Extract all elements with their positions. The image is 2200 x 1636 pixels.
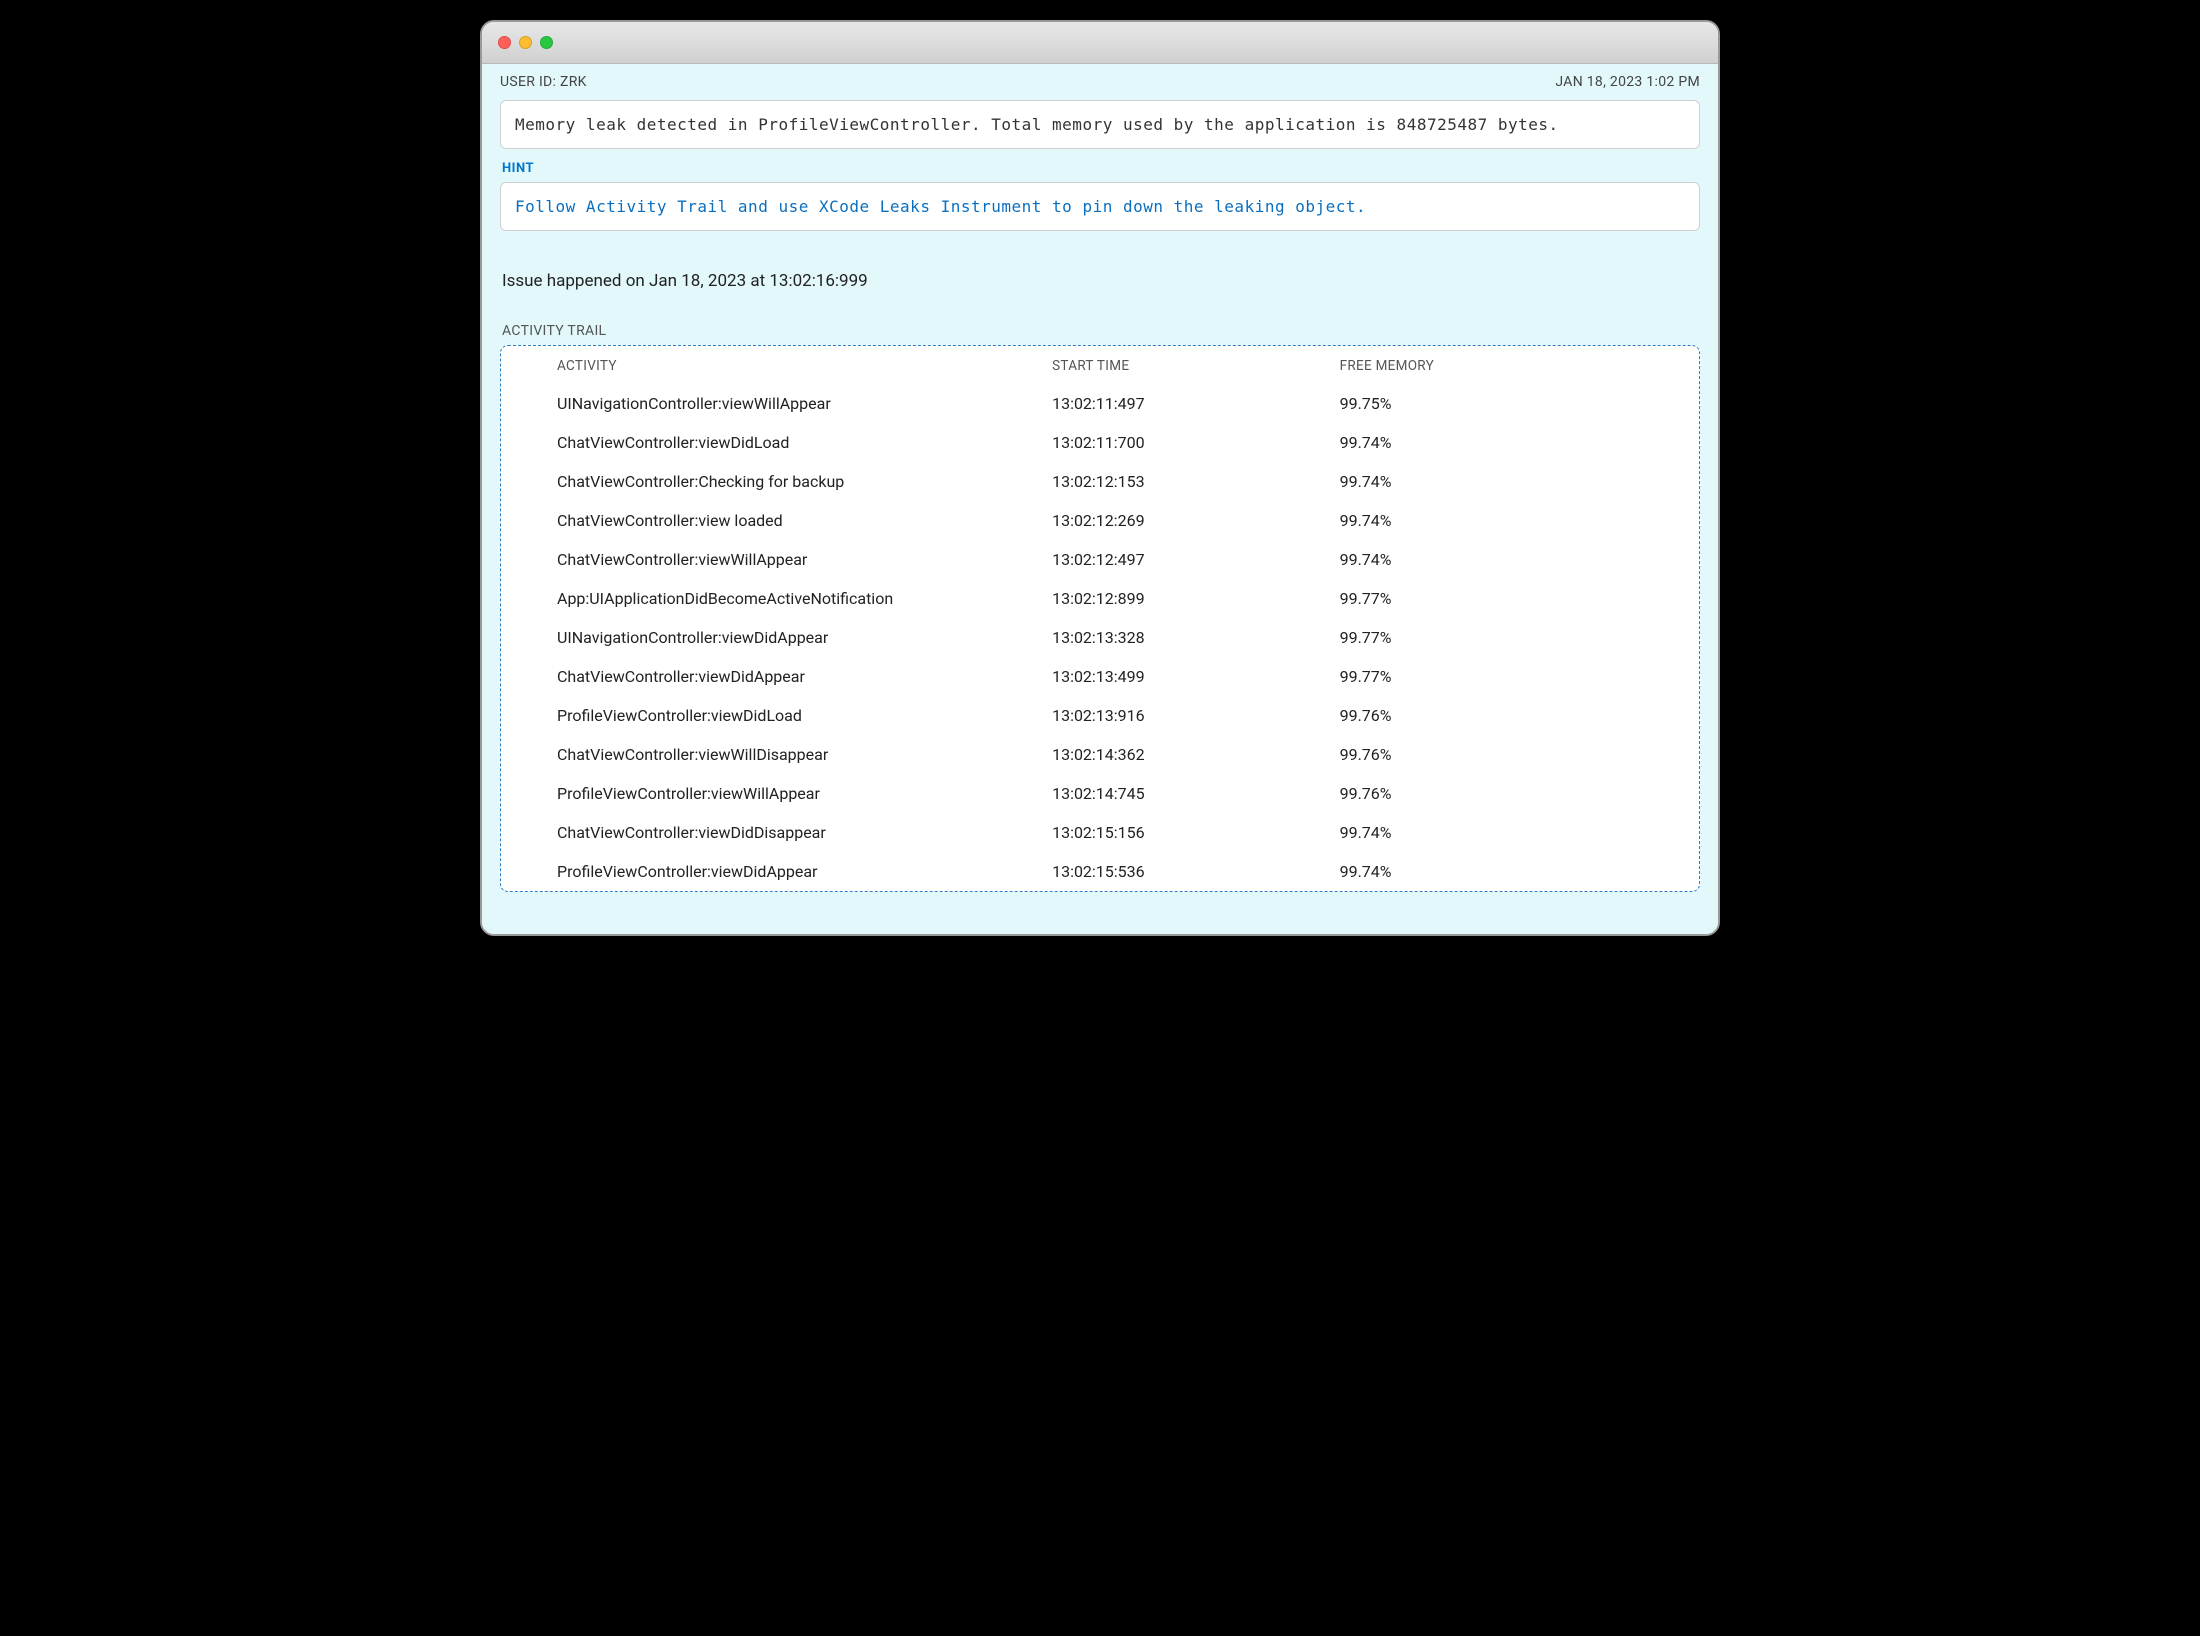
activity-trail-panel: ACTIVITY START TIME FREE MEMORY UINaviga… [500, 345, 1700, 892]
cell-start: 13:02:14:745 [1052, 784, 1340, 803]
cell-start: 13:02:12:153 [1052, 472, 1340, 491]
cell-start: 13:02:12:269 [1052, 511, 1340, 530]
cell-mem: 99.74% [1340, 550, 1699, 569]
cell-start: 13:02:11:700 [1052, 433, 1340, 452]
cell-activity: ChatViewController:viewDidLoad [501, 433, 1052, 452]
titlebar [482, 22, 1718, 64]
table-row: ChatViewController:viewDidDisappear13:02… [501, 813, 1699, 852]
cell-start: 13:02:13:916 [1052, 706, 1340, 725]
col-header-activity: ACTIVITY [501, 358, 1052, 374]
cell-mem: 99.74% [1340, 472, 1699, 491]
cell-mem: 99.77% [1340, 628, 1699, 647]
table-row: ProfileViewController:viewWillAppear13:0… [501, 774, 1699, 813]
cell-start: 13:02:15:536 [1052, 862, 1340, 881]
cell-activity: ProfileViewController:viewDidAppear [501, 862, 1052, 881]
timestamp: JAN 18, 2023 1:02 PM [1555, 74, 1700, 90]
table-row: ChatViewController:viewDidAppear13:02:13… [501, 657, 1699, 696]
cell-mem: 99.76% [1340, 784, 1699, 803]
hint-text: Follow Activity Trail and use XCode Leak… [500, 182, 1700, 231]
close-icon[interactable] [498, 36, 511, 49]
activity-trail-label: ACTIVITY TRAIL [482, 295, 1718, 345]
cell-mem: 99.76% [1340, 706, 1699, 725]
zoom-icon[interactable] [540, 36, 553, 49]
col-header-mem: FREE MEMORY [1340, 358, 1699, 374]
cell-mem: 99.74% [1340, 511, 1699, 530]
cell-mem: 99.74% [1340, 823, 1699, 842]
cell-start: 13:02:11:497 [1052, 394, 1340, 413]
cell-activity: ProfileViewController:viewWillAppear [501, 784, 1052, 803]
content-pane: USER ID: ZRK JAN 18, 2023 1:02 PM Memory… [482, 64, 1718, 934]
issue-time-line: Issue happened on Jan 18, 2023 at 13:02:… [482, 239, 1718, 295]
col-header-start: START TIME [1052, 358, 1340, 374]
user-id-label: USER ID: ZRK [500, 74, 587, 90]
cell-start: 13:02:14:362 [1052, 745, 1340, 764]
activity-trail-rows: UINavigationController:viewWillAppear13:… [501, 384, 1699, 891]
table-row: UINavigationController:viewWillAppear13:… [501, 384, 1699, 423]
cell-activity: ChatViewController:viewDidDisappear [501, 823, 1052, 842]
cell-start: 13:02:13:328 [1052, 628, 1340, 647]
cell-activity: ProfileViewController:viewDidLoad [501, 706, 1052, 725]
cell-mem: 99.74% [1340, 862, 1699, 881]
cell-activity: ChatViewController:Checking for backup [501, 472, 1052, 491]
cell-start: 13:02:12:899 [1052, 589, 1340, 608]
cell-activity: ChatViewController:viewDidAppear [501, 667, 1052, 686]
table-row: ProfileViewController:viewDidLoad13:02:1… [501, 696, 1699, 735]
cell-activity: UINavigationController:viewWillAppear [501, 394, 1052, 413]
minimize-icon[interactable] [519, 36, 532, 49]
table-row: ChatViewController:viewDidLoad13:02:11:7… [501, 423, 1699, 462]
table-row: App:UIApplicationDidBecomeActiveNotifica… [501, 579, 1699, 618]
cell-start: 13:02:15:156 [1052, 823, 1340, 842]
activity-trail-header: ACTIVITY START TIME FREE MEMORY [501, 358, 1699, 384]
cell-activity: ChatViewController:viewWillDisappear [501, 745, 1052, 764]
cell-mem: 99.77% [1340, 589, 1699, 608]
table-row: ChatViewController:view loaded13:02:12:2… [501, 501, 1699, 540]
cell-activity: App:UIApplicationDidBecomeActiveNotifica… [501, 589, 1052, 608]
cell-start: 13:02:12:497 [1052, 550, 1340, 569]
issue-message: Memory leak detected in ProfileViewContr… [500, 100, 1700, 149]
cell-start: 13:02:13:499 [1052, 667, 1340, 686]
topbar: USER ID: ZRK JAN 18, 2023 1:02 PM [482, 64, 1718, 94]
cell-activity: UINavigationController:viewDidAppear [501, 628, 1052, 647]
cell-mem: 99.74% [1340, 433, 1699, 452]
cell-mem: 99.75% [1340, 394, 1699, 413]
app-window: USER ID: ZRK JAN 18, 2023 1:02 PM Memory… [480, 20, 1720, 936]
table-row: ChatViewController:viewWillAppear13:02:1… [501, 540, 1699, 579]
table-row: ProfileViewController:viewDidAppear13:02… [501, 852, 1699, 891]
table-row: ChatViewController:Checking for backup13… [501, 462, 1699, 501]
hint-label: HINT [482, 157, 1718, 180]
cell-activity: ChatViewController:viewWillAppear [501, 550, 1052, 569]
table-row: ChatViewController:viewWillDisappear13:0… [501, 735, 1699, 774]
cell-mem: 99.77% [1340, 667, 1699, 686]
table-row: UINavigationController:viewDidAppear13:0… [501, 618, 1699, 657]
cell-mem: 99.76% [1340, 745, 1699, 764]
cell-activity: ChatViewController:view loaded [501, 511, 1052, 530]
